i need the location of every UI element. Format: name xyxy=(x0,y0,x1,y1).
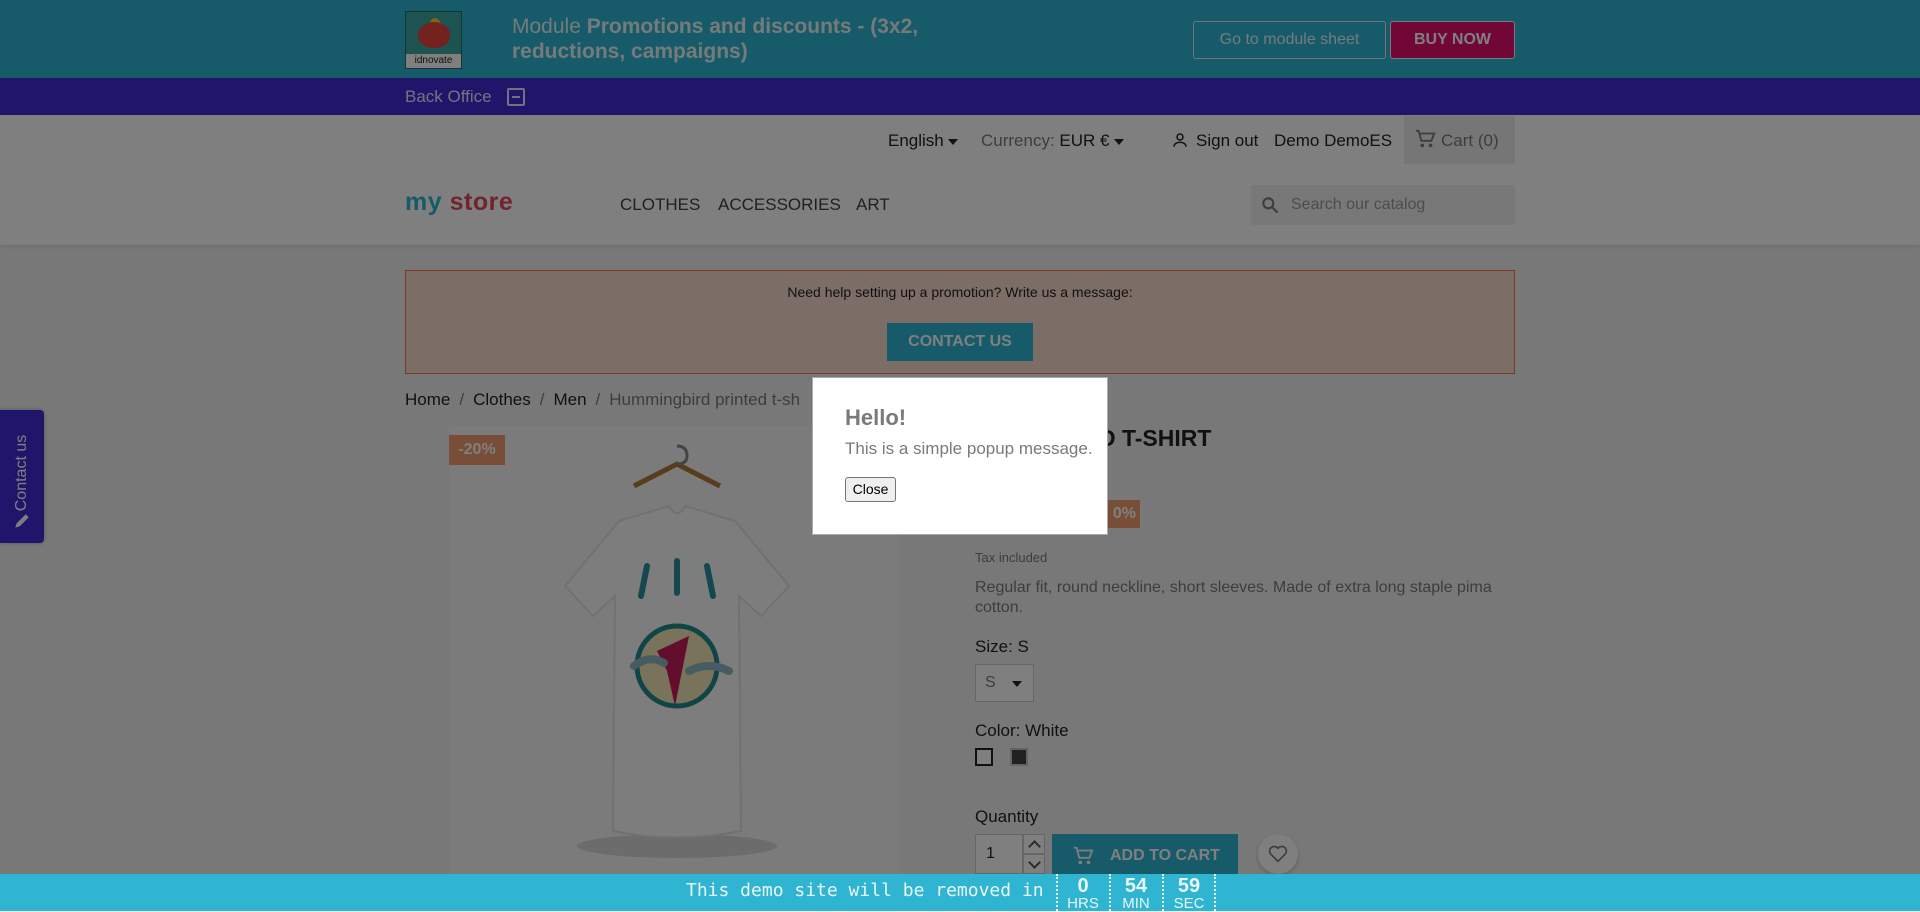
countdown-minutes: 54 MIN xyxy=(1109,874,1161,911)
countdown-minutes-unit: MIN xyxy=(1122,895,1150,912)
countdown-seconds: 59 SEC xyxy=(1162,874,1214,911)
countdown-minutes-value: 54 xyxy=(1124,875,1148,897)
countdown-hours-value: 0 xyxy=(1077,875,1089,897)
countdown-divider xyxy=(1214,874,1216,911)
countdown-seconds-unit: SEC xyxy=(1173,895,1205,912)
countdown-hours: 0 HRS xyxy=(1056,874,1108,911)
countdown-text: This demo site will be removed in xyxy=(686,880,1044,901)
countdown-seconds-value: 59 xyxy=(1177,875,1201,897)
popup-close-button[interactable]: Close xyxy=(845,477,896,502)
popup-message: This is a simple popup message. xyxy=(845,439,1093,458)
countdown-hours-unit: HRS xyxy=(1067,895,1099,912)
popup-title: Hello! xyxy=(845,405,907,430)
